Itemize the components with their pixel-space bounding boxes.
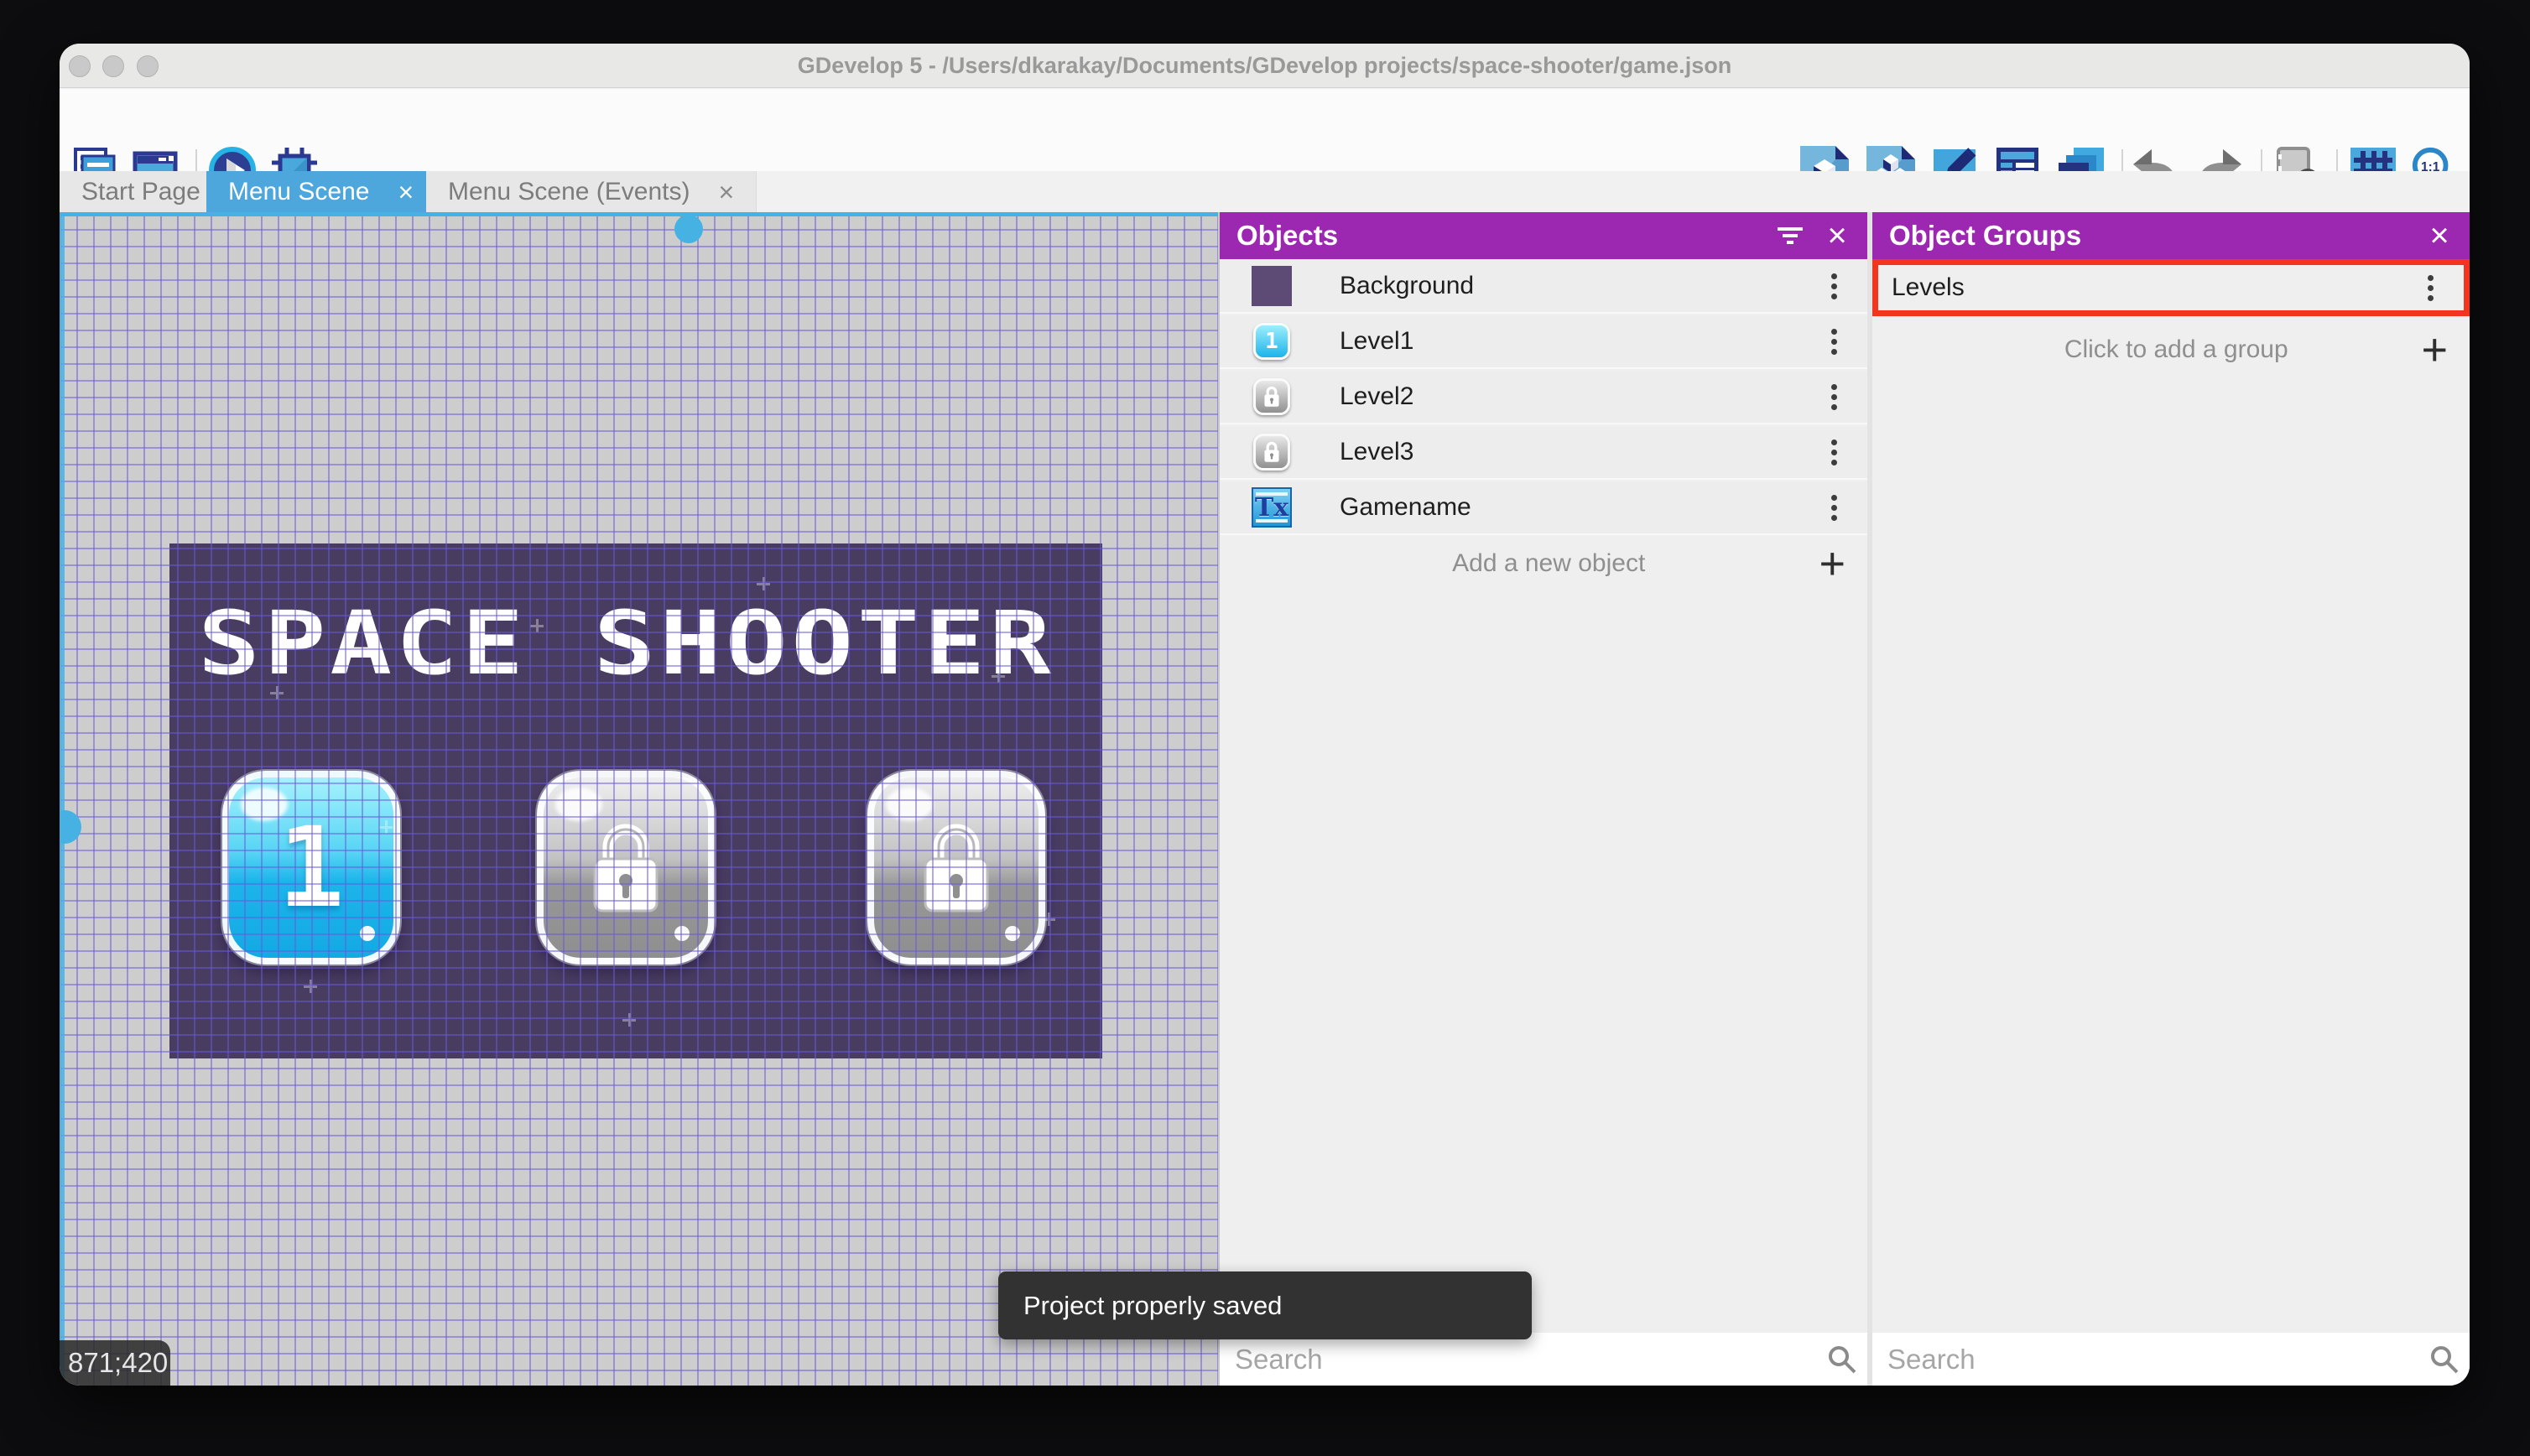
star-sparkle	[1042, 913, 1055, 926]
lock-icon	[924, 824, 989, 912]
object-row-gamename[interactable]: Tx Gamename	[1220, 481, 1867, 535]
add-object-button[interactable]: Add a new object +	[1220, 537, 1867, 590]
plus-icon: +	[2421, 325, 2448, 375]
object-groups-panel-header: Object Groups ×	[1872, 212, 2470, 259]
object-row-level1[interactable]: 1 Level1	[1220, 315, 1867, 369]
tab-label: Menu Scene	[228, 177, 370, 205]
toast-message: Project properly saved	[1023, 1290, 1283, 1320]
star-sparkle	[622, 1013, 636, 1027]
locked-level-thumbnail	[1252, 377, 1292, 417]
object-row-level2[interactable]: Level2	[1220, 371, 1867, 424]
level1-button-instance[interactable]: 1	[222, 771, 400, 965]
tab-close-icon[interactable]: ×	[398, 179, 414, 205]
search-icon	[1817, 1334, 1867, 1385]
tab-label: Start Page	[81, 177, 200, 205]
group-row-levels[interactable]: Levels	[1872, 259, 2470, 316]
level1-thumbnail: 1	[1252, 321, 1292, 361]
groups-search-input[interactable]	[1872, 1333, 2419, 1386]
scene-editor-canvas[interactable]: SPACE SHOOTER 1 871;420	[60, 212, 1218, 1386]
objects-panel: Objects × Background 1 Level1 Level2 Lev…	[1218, 212, 1867, 1386]
add-group-button[interactable]: Click to add a group +	[1872, 323, 2470, 377]
text-object-thumbnail: Tx	[1252, 487, 1292, 528]
objects-panel-header: Objects ×	[1220, 212, 1867, 259]
background-thumbnail	[1252, 266, 1292, 306]
filter-icon[interactable]	[1767, 212, 1814, 259]
horizontal-scrollbar[interactable]	[60, 212, 1218, 216]
object-groups-panel-title: Object Groups	[1889, 220, 2082, 251]
object-menu-icon[interactable]	[1815, 489, 1852, 526]
object-row-level3[interactable]: Level3	[1220, 426, 1867, 480]
tab-menu-scene-events[interactable]: Menu Scene (Events) ×	[426, 171, 757, 212]
plus-icon: +	[1819, 538, 1845, 589]
star-sparkle	[304, 980, 317, 993]
objects-search-bar	[1220, 1333, 1867, 1386]
object-menu-icon[interactable]	[1815, 323, 1852, 360]
tab-label: Menu Scene (Events)	[448, 177, 690, 205]
star-sparkle	[757, 577, 770, 590]
save-toast: Project properly saved	[998, 1271, 1532, 1339]
close-panel-icon[interactable]: ×	[2416, 212, 2463, 259]
star-sparkle	[379, 820, 393, 834]
tab-close-icon[interactable]: ×	[718, 179, 734, 205]
groups-search-bar	[1872, 1333, 2470, 1386]
star-sparkle	[530, 619, 544, 632]
horizontal-scroll-thumb[interactable]	[674, 215, 703, 243]
vertical-scrollbar[interactable]	[60, 212, 65, 1386]
tab-menu-scene[interactable]: Menu Scene ×	[206, 171, 436, 212]
scene-title-text[interactable]: SPACE SHOOTER	[198, 592, 1055, 694]
gdevelop-window: GDevelop 5 - /Users/dkarakay/Documents/G…	[60, 44, 2470, 1386]
main-toolbar: 1:1	[60, 89, 2470, 195]
vertical-scroll-thumb[interactable]	[60, 810, 81, 844]
close-panel-icon[interactable]: ×	[1814, 212, 1861, 259]
level2-button-instance[interactable]	[537, 771, 715, 965]
tab-bar: Start Page Menu Scene × Menu Scene (Even…	[60, 171, 2470, 212]
window-title: GDevelop 5 - /Users/dkarakay/Documents/G…	[797, 53, 1732, 78]
star-sparkle	[270, 686, 284, 699]
objects-panel-title: Objects	[1236, 220, 1339, 251]
object-menu-icon[interactable]	[1815, 434, 1852, 471]
scene-background-instance[interactable]: SPACE SHOOTER 1	[169, 543, 1102, 1058]
object-groups-panel: Object Groups × Levels Click to add a gr…	[1872, 212, 2470, 1386]
object-menu-icon[interactable]	[1815, 268, 1852, 304]
star-sparkle	[891, 795, 904, 809]
cursor-coordinates: 871;420	[60, 1340, 170, 1386]
lock-icon	[593, 824, 659, 912]
object-row-background[interactable]: Background	[1220, 260, 1867, 314]
objects-search-input[interactable]	[1220, 1333, 1817, 1386]
level1-digit: 1	[278, 803, 345, 933]
locked-level-thumbnail	[1252, 432, 1292, 472]
object-menu-icon[interactable]	[1815, 378, 1852, 415]
title-bar: GDevelop 5 - /Users/dkarakay/Documents/G…	[60, 44, 2470, 88]
group-menu-icon[interactable]	[2412, 269, 2449, 306]
star-sparkle	[992, 669, 1005, 683]
tab-start-page[interactable]: Start Page	[60, 171, 223, 212]
search-icon	[2419, 1334, 2470, 1385]
